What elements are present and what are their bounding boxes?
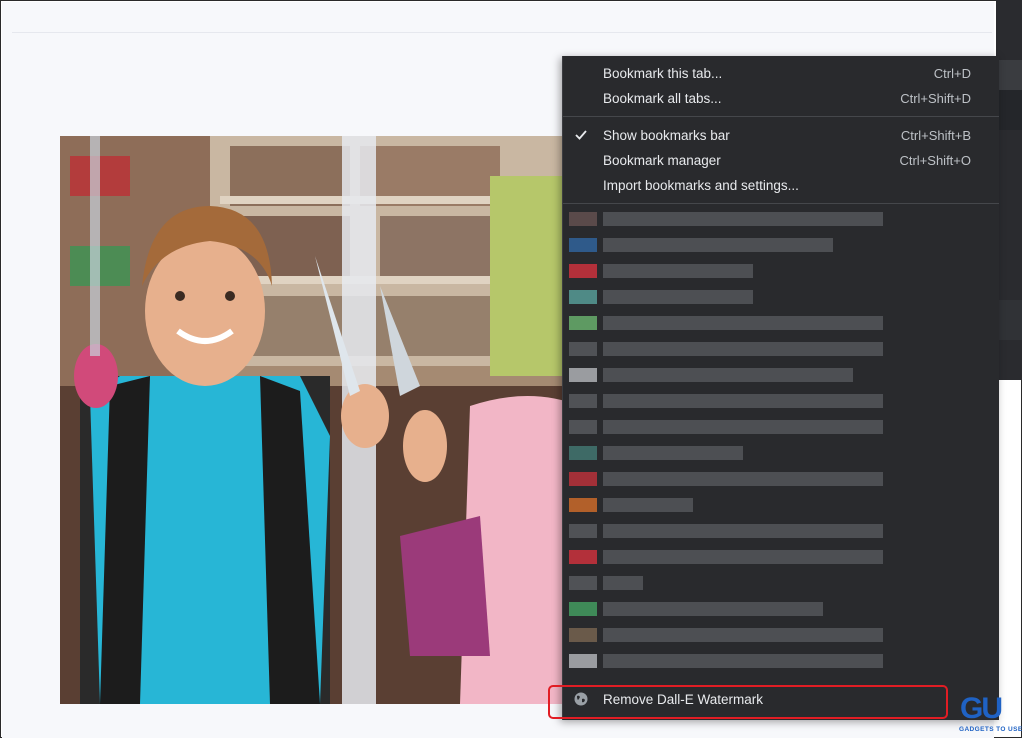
menu-item-bookmark-manager[interactable]: Bookmark manager Ctrl+Shift+O xyxy=(563,149,999,173)
menu-item-shortcut: Ctrl+Shift+D xyxy=(900,91,971,106)
blurred-bookmark-item[interactable] xyxy=(569,602,889,616)
menu-item-bookmark-all-tabs[interactable]: Bookmark all tabs... Ctrl+Shift+D xyxy=(563,87,999,111)
blurred-bookmark-item[interactable] xyxy=(569,290,889,304)
menu-item-shortcut: Ctrl+Shift+B xyxy=(900,128,971,143)
menu-item-label: Import bookmarks and settings... xyxy=(603,178,799,193)
blurred-bookmark-item[interactable] xyxy=(569,212,889,226)
blurred-bookmark-item[interactable] xyxy=(569,524,889,538)
blurred-bookmark-item[interactable] xyxy=(569,576,889,590)
blurred-bookmark-item[interactable] xyxy=(569,394,889,408)
menu-item-label: Bookmark all tabs... xyxy=(603,91,722,106)
logo-mark: GU xyxy=(960,692,1003,725)
checkmark-icon xyxy=(575,130,587,140)
menu-item-bookmark-this-tab[interactable]: Bookmark this tab... Ctrl+D xyxy=(563,62,999,86)
blurred-bookmark-item[interactable] xyxy=(569,550,889,564)
blurred-bookmark-item[interactable] xyxy=(569,342,889,356)
gadgets-to-use-logo: GU GADGETS TO USE xyxy=(957,690,1022,736)
menu-separator xyxy=(563,203,999,204)
menu-item-show-bookmarks-bar[interactable]: Show bookmarks bar Ctrl+Shift+B xyxy=(563,124,999,148)
blurred-bookmark-item[interactable] xyxy=(569,628,889,642)
browser-side-strip xyxy=(996,0,1022,380)
blurred-bookmark-item[interactable] xyxy=(569,368,889,382)
blurred-bookmark-item[interactable] xyxy=(569,264,889,278)
menu-item-shortcut: Ctrl+Shift+O xyxy=(899,153,971,168)
bookmarks-menu: Bookmark this tab... Ctrl+D Bookmark all… xyxy=(562,56,999,720)
shop-photo-illustration xyxy=(60,136,580,704)
generated-image[interactable] xyxy=(60,136,580,704)
menu-item-label: Bookmark this tab... xyxy=(603,66,723,81)
menu-item-import-bookmarks[interactable]: Import bookmarks and settings... xyxy=(563,174,999,198)
blurred-bookmark-item[interactable] xyxy=(569,316,889,330)
page-divider xyxy=(12,32,992,33)
blurred-bookmark-item[interactable] xyxy=(569,446,889,460)
menu-item-label: Show bookmarks bar xyxy=(603,128,730,143)
blurred-bookmark-item[interactable] xyxy=(569,654,889,668)
menu-item-label: Bookmark manager xyxy=(603,153,721,168)
highlight-box xyxy=(548,685,948,719)
menu-item-shortcut: Ctrl+D xyxy=(933,66,971,81)
blurred-bookmark-item[interactable] xyxy=(569,498,889,512)
blurred-bookmark-item[interactable] xyxy=(569,472,889,486)
menu-separator xyxy=(563,116,999,117)
blurred-bookmark-item[interactable] xyxy=(569,420,889,434)
logo-subtitle: GADGETS TO USE xyxy=(959,726,1023,733)
blurred-bookmark-item[interactable] xyxy=(569,238,889,252)
